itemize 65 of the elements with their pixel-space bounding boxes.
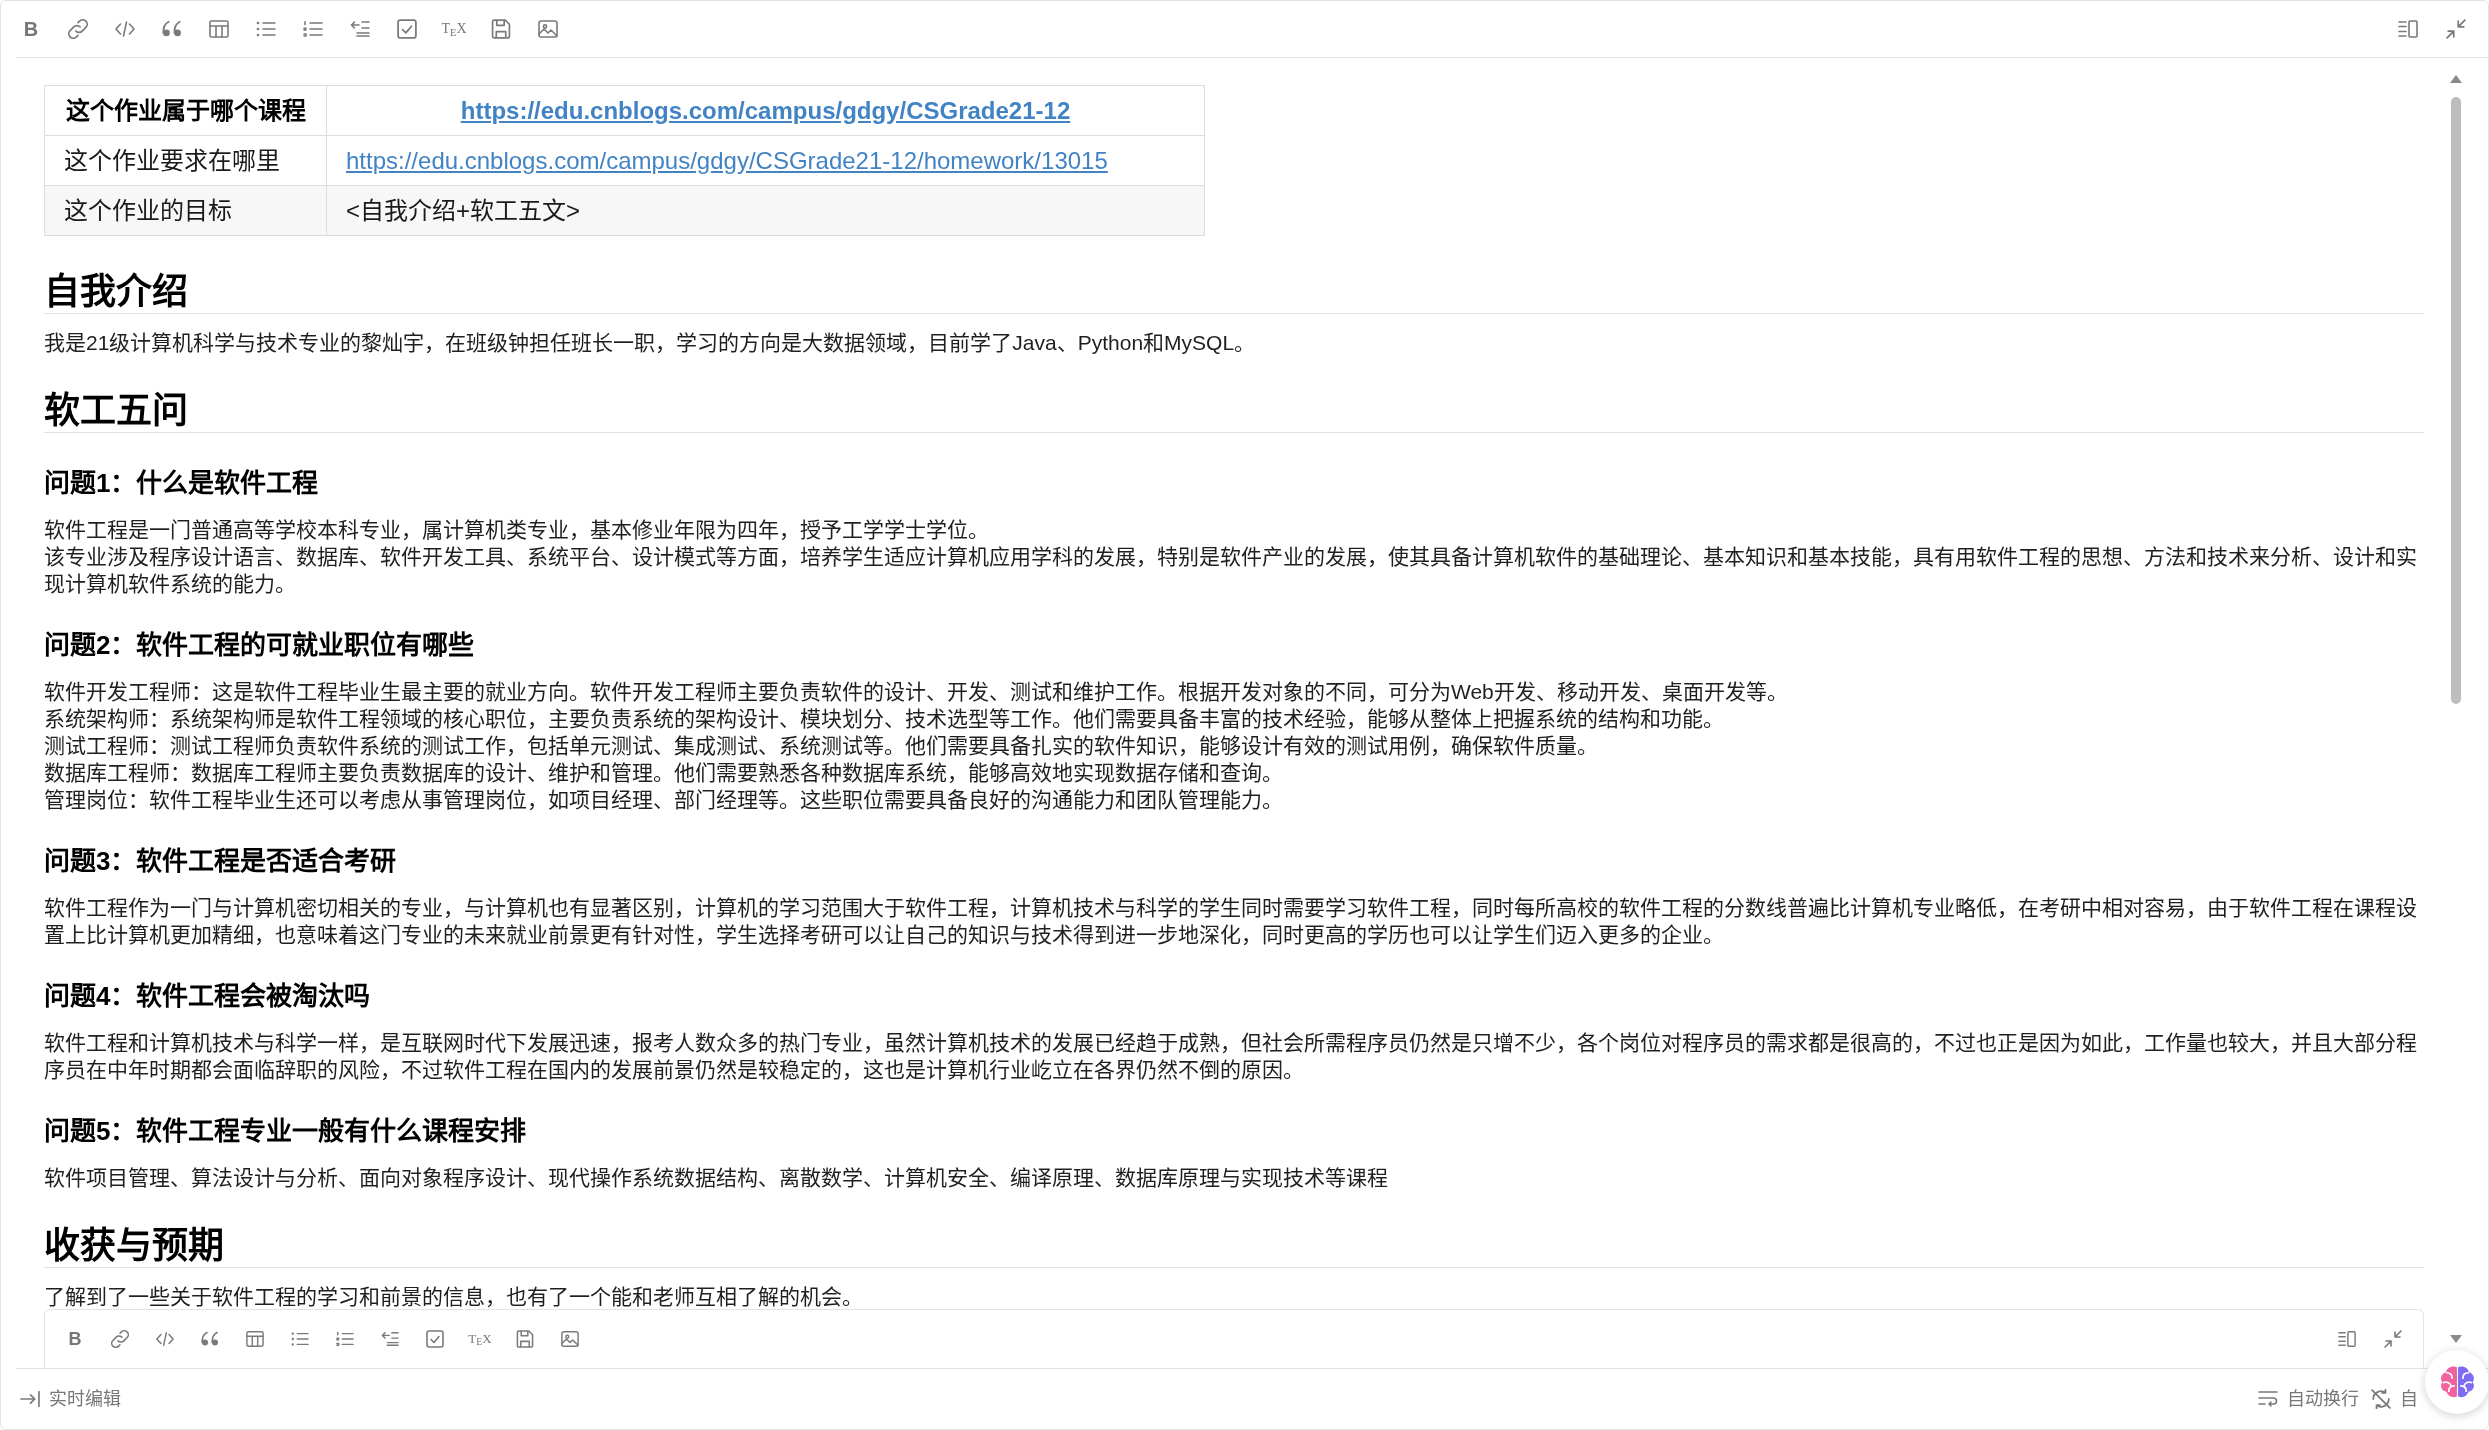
numbered-list-icon[interactable] [336,1330,354,1348]
sync-toggle[interactable]: 自 [2371,1387,2418,1411]
link[interactable]: https://edu.cnblogs.com/campus/gdgy/CSGrade21-12/homework/13015 [346,146,1108,174]
bold-button[interactable]: B [23,18,39,40]
subheading: 问题4：软件工程会被淘汰吗 [44,980,371,1013]
table-header-cell: 这个作业属于哪个课程 [44,85,327,136]
table-icon[interactable] [246,1330,264,1348]
table-cell: 这个作业的目标 [44,185,327,236]
scroll-up-icon[interactable] [2450,75,2462,83]
link-icon[interactable] [68,19,88,39]
bullet-list-icon[interactable] [256,19,276,39]
split-view-icon[interactable] [2398,19,2418,39]
slashed-sync-icon [2371,1389,2391,1409]
outdent-icon[interactable] [381,1330,399,1348]
checkbox-icon[interactable] [397,19,417,39]
numbered-list-icon[interactable] [303,19,323,39]
paragraph: 软件工程和计算机技术与科学一样，是互联网时代下发展迅速，报考人数众多的热门专业，虽然计算机技术的发展已经趋于成熟，但社会所需程序员仍然是只增不少，各个岗位对程序员的需求都是很高的，不过也正是因为如此，工作量也较大，并且大部分程序员在中年时期都会面临辞职的风险，不过软件工程在国内的发展前景仍然是较稳定的，这也是计算机行业屹立在各界仍然不倒的原因。 [44,1030,2418,1083]
paragraph: 我是21级计算机科学与技术专业的黎灿宇，在班级钟担任班长一职，学习的方向是大数据领域，目前学了Java、Python和MySQL。 [44,330,1256,356]
text-wrap-icon [2258,1389,2278,1409]
paragraph: 系统架构师：系统架构师是软件工程领域的核心职位，主要负责系统的架构设计、模块划分、技术选型等工作。他们需要具备丰富的技术经验，能够从整体上把握系统的结构和功能。 [44,706,1724,732]
bullet-list-icon[interactable] [291,1330,309,1348]
image-icon[interactable] [538,19,558,39]
paragraph: 软件开发工程师：这是软件工程毕业生最主要的就业方向。软件开发工程师主要负责软件的设计、开发、测试和维护工作。根据开发对象的不同，可分为Web开发、移动开发、桌面开发等。 [44,679,1788,705]
outdent-icon[interactable] [350,19,370,39]
checkbox-icon[interactable] [426,1330,444,1348]
brain-icon [2438,1365,2476,1399]
subheading: 问题5：软件工程专业一般有什么课程安排 [44,1115,527,1148]
link-icon[interactable] [111,1330,129,1348]
table-cell: <自我介绍+软工五文> [326,185,1205,236]
bold-button[interactable]: B [68,1329,82,1349]
paragraph: 软件项目管理、算法设计与分析、面向对象程序设计、现代操作系统数据结构、离散数学、计算机安全、编译原理、数据库原理与实现技术等课程 [44,1165,1388,1191]
split-view-icon[interactable] [2338,1330,2356,1348]
save-icon[interactable] [516,1330,534,1348]
section-heading: 自我介绍 [44,270,188,313]
code-icon[interactable] [115,19,135,39]
section-heading: 软工五问 [44,389,188,432]
table-cell: 这个作业要求在哪里 [44,135,327,186]
paragraph: 了解到了一些关于软件工程的学习和前景的信息，也有了一个能和老师互相了解的机会。 [44,1284,863,1309]
tex-button[interactable]: T$_{E}$X [441,20,467,38]
quote-icon[interactable] [201,1330,219,1348]
paragraph: 测试工程师：测试工程师负责软件系统的测试工作，包括单元测试、集成测试、系统测试等。他们需要具备扎实的软件知识，能够设计有效的测试用例，确保软件质量。 [44,733,1598,759]
code-icon[interactable] [156,1330,174,1348]
paragraph: 该专业涉及程序设计语言、数据库、软件开发工具、系统平台、设计模式等方面，培养学生适应计算机应用学科的发展，特别是软件产业的发展，使其具备计算机软件的基础理论、基本知识和基本技能，具有用软件工程的思想、方法和技术来分析、设计和实现计算机软件系统的能力。 [44,544,2418,597]
scroll-down-icon[interactable] [2450,1335,2462,1343]
subheading: 问题1：什么是软件工程 [44,467,319,500]
arrow-to-bar-icon [20,1389,40,1409]
collapse-icon[interactable] [2384,1330,2402,1348]
word-wrap-toggle[interactable]: 自动换行 [2258,1387,2359,1411]
subheading: 问题2：软件工程的可就业职位有哪些 [44,629,475,662]
subheading: 问题3：软件工程是否适合考研 [44,845,397,878]
image-icon[interactable] [561,1330,579,1348]
paragraph: 软件工程是一门普通高等学校本科专业，属计算机类专业，基本修业年限为四年，授予工学学士学位。 [44,517,989,543]
section-heading: 收获与预期 [44,1224,224,1267]
assistant-button[interactable] [2425,1350,2488,1414]
paragraph: 数据库工程师：数据库工程师主要负责数据库的设计、维护和管理。他们需要熟悉各种数据库系统，能够高效地实现数据存储和查询。 [44,760,1283,786]
save-icon[interactable] [491,19,511,39]
tex-button[interactable]: T$_{E}$X [468,1331,492,1347]
live-edit-toggle[interactable]: 实时编辑 [20,1387,121,1411]
link[interactable]: https://edu.cnblogs.com/campus/gdgy/CSGrade21-12 [460,96,1071,124]
paragraph: 管理岗位：软件工程毕业生还可以考虑从事管理岗位，如项目经理、部门经理等。这些职位需要具备良好的沟通能力和团队管理能力。 [44,787,1283,813]
quote-icon[interactable] [162,19,182,39]
paragraph: 软件工程作为一门与计算机密切相关的专业，与计算机也有显著区别，计算机的学习范围大于软件工程，计算机技术与科学的学生同时需要学习软件工程，同时每所高校的软件工程的分数线普遍比计算机专业略低，在考研中相对容易，由于软件工程在课程设置上比计算机更加精细，也意味着这门专业的未来就业前景更有针对性，学生选择考研可以让自己的知识与技术得到进一步地深化，同时更高的学历也可以让学生们迈入更多的企业。 [44,895,2418,948]
table-icon[interactable] [209,19,229,39]
scrollbar-thumb[interactable] [2451,97,2461,704]
collapse-icon[interactable] [2446,19,2466,39]
